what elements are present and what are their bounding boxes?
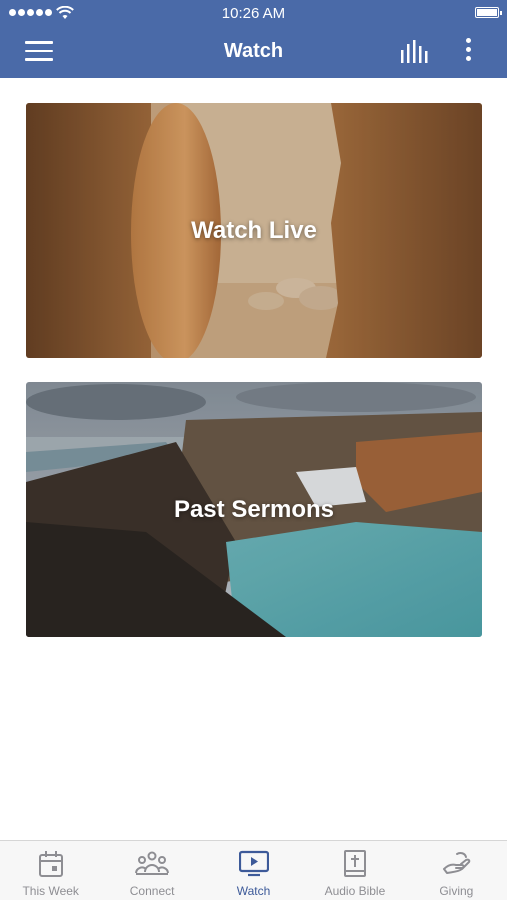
watch-live-card[interactable]: Watch Live [26,103,482,358]
tab-connect[interactable]: Connect [101,841,202,900]
tv-play-icon [238,850,269,877]
bible-icon [343,850,366,877]
people-icon [135,851,170,875]
tab-watch-label: Watch [236,884,271,898]
tab-giving-label: Giving [439,884,474,898]
page-title: Watch [223,40,284,62]
nav-bar: Watch [0,26,507,78]
audio-levels-icon[interactable] [400,40,430,64]
tab-connect-label: Connect [129,884,175,898]
tab-watch[interactable]: Watch [203,841,304,900]
watch-live-label: Watch Live [191,216,317,244]
past-sermons-card[interactable]: Past Sermons [26,382,482,637]
tab-giving[interactable]: Giving [406,841,507,900]
tab-audio-bible-label: Audio Bible [324,884,386,898]
tab-this-week[interactable]: This Week [0,841,101,900]
status-bar: 10:26 AM [0,0,507,26]
status-time: 10:26 AM [221,5,286,22]
more-options-icon[interactable] [458,38,478,66]
giving-hand-icon [443,852,471,874]
battery-icon [475,7,502,18]
tab-this-week-label: This Week [22,884,79,898]
tab-audio-bible[interactable]: Audio Bible [304,841,405,900]
past-sermons-label: Past Sermons [173,495,335,523]
tab-bar: This Week Connect Watch Audio Bible Givi… [0,840,507,900]
calendar-icon [38,851,63,877]
